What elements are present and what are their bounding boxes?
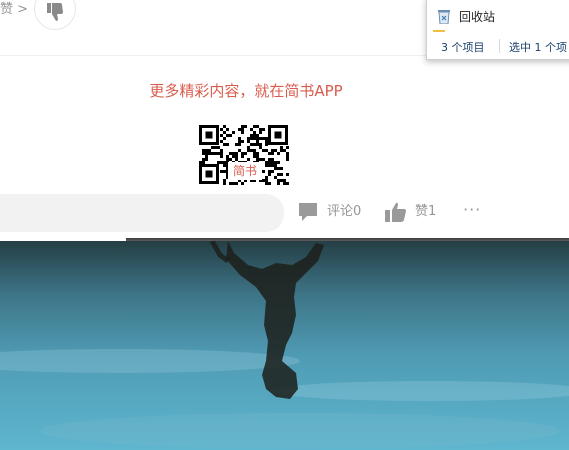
article-photo [0, 241, 569, 450]
recycle-bin-label: 回收站 [459, 10, 496, 24]
comment-count: 评论0 [327, 204, 362, 219]
recycle-bin-icon [438, 10, 450, 24]
bottom-action-bar: 评论0 赞1 ··· [0, 185, 569, 241]
comment-input[interactable] [0, 194, 284, 232]
explorer-window-fragment: 回收站 3 个项目 选中 1 个项 [426, 0, 569, 60]
status-selected-count: 选中 1 个项 [509, 41, 567, 54]
comment-button[interactable]: 评论0 [297, 201, 367, 223]
status-divider [499, 39, 500, 53]
qr-brand-label: 简书 [228, 162, 262, 180]
thumbs-down-icon [47, 3, 63, 21]
selection-underline [433, 30, 445, 32]
like-count: 赞1 [415, 204, 437, 219]
comment-icon [299, 203, 317, 221]
thumbs-up-icon [385, 202, 406, 222]
like-summary-link[interactable]: 赞 > [0, 0, 28, 20]
more-icon[interactable]: ··· [463, 201, 483, 223]
like-button[interactable]: 赞1 [385, 201, 445, 223]
dislike-button[interactable] [34, 0, 76, 30]
status-item-count: 3 个项目 [441, 41, 485, 54]
recycle-bin-item[interactable]: 回收站 [438, 7, 496, 27]
app-promo-text: 更多精彩内容，就在简书APP [149, 82, 343, 100]
